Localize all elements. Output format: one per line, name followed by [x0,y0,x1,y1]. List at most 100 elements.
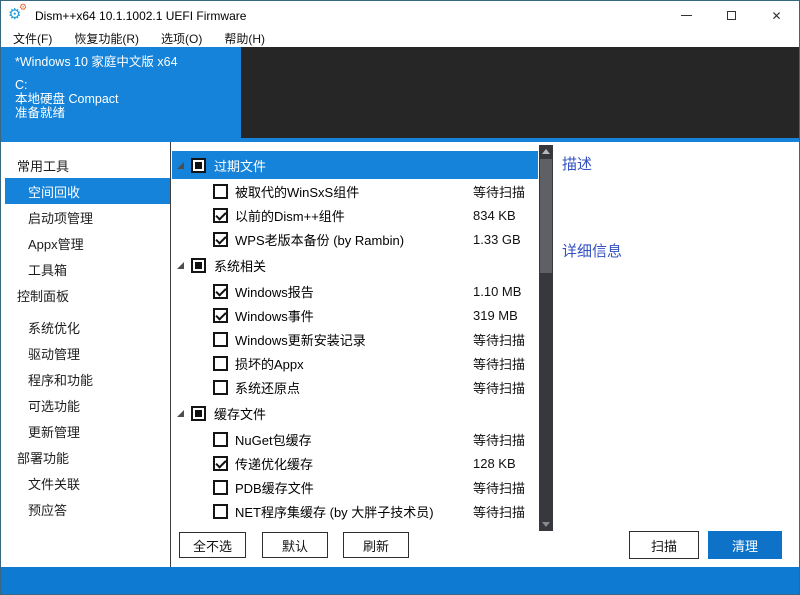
close-icon [771,7,781,25]
item-checkbox[interactable] [213,184,228,199]
item-checkbox[interactable] [213,232,228,247]
sidebar-item-system-optimize[interactable]: 系统优化 [1,314,170,340]
window-title: Dism++x64 10.1.1002.1 UEFI Firmware [35,9,246,23]
item-checkbox[interactable] [213,432,228,447]
item-checkbox[interactable] [213,480,228,495]
sidebar-item-driver-manager[interactable]: 驱动管理 [1,340,170,366]
cleanup-item-row[interactable]: 被取代的WinSxS组件 等待扫描 [172,179,538,203]
app-window: Dism++x64 10.1.1002.1 UEFI Firmware 文件(F… [0,0,800,595]
list-scrollbar[interactable] [539,145,553,531]
default-button[interactable]: 默认 [262,532,328,558]
cleanup-list: 过期文件 被取代的WinSxS组件 等待扫描 以前的Dism++组件 834 K… [172,142,553,567]
item-status: 834 KB [473,208,516,223]
sidebar-section-deployment: 部署功能 [1,444,170,470]
item-label: WPS老版本备份 (by Rambin) [235,230,404,249]
item-checkbox[interactable] [213,308,228,323]
sidebar-item-update-manager[interactable]: 更新管理 [1,418,170,444]
minimize-icon [681,15,692,16]
expanded-triangle-icon[interactable] [177,410,184,417]
sidebar: 常用工具 空间回收 启动项管理 Appx管理 工具箱 控制面板 系统优化 驱动管… [1,142,171,567]
window-controls [664,1,799,30]
menu-item-recovery[interactable]: 恢复功能(R) [63,30,150,47]
select-none-button[interactable]: 全不选 [179,532,246,558]
item-label: NuGet包缓存 [235,430,312,449]
menu-item-help[interactable]: 帮助(H) [213,30,276,47]
sidebar-item-startup-manager[interactable]: 启动项管理 [1,204,170,230]
group-label: 过期文件 [214,156,266,175]
item-status: 等待扫描 [473,478,525,497]
clean-button[interactable]: 清理 [708,531,782,559]
item-label: Windows事件 [235,306,314,325]
cleanup-item-row[interactable]: 系统还原点 等待扫描 [172,375,538,399]
session-drive: C: [15,78,241,92]
cleanup-item-row[interactable]: NuGet包缓存 等待扫描 [172,427,538,451]
expanded-triangle-icon[interactable] [177,262,184,269]
sidebar-item-optional-features[interactable]: 可选功能 [1,392,170,418]
cleanup-item-row[interactable]: PDB缓存文件 等待扫描 [172,475,538,499]
item-checkbox[interactable] [213,284,228,299]
cleanup-item-row[interactable]: 传递优化缓存 128 KB [172,451,538,475]
description-heading: 描述 [562,153,592,174]
item-checkbox[interactable] [213,208,228,223]
group-row-cache-files[interactable]: 缓存文件 [172,399,538,427]
item-label: PDB缓存文件 [235,478,314,497]
group-checkbox[interactable] [191,406,206,421]
group-row-obsolete-files[interactable]: 过期文件 [172,151,538,179]
scan-button[interactable]: 扫描 [629,531,699,559]
session-disk-type: 本地硬盘 Compact [15,92,241,106]
session-tab-windows10[interactable]: *Windows 10 家庭中文版 x64 C: 本地硬盘 Compact 准备… [1,47,241,138]
maximize-button[interactable] [709,1,754,30]
cleanup-item-row[interactable]: 损坏的Appx 等待扫描 [172,351,538,375]
item-label: 被取代的WinSxS组件 [235,182,359,201]
item-status: 等待扫描 [473,502,525,521]
minimize-button[interactable] [664,1,709,30]
group-checkbox[interactable] [191,258,206,273]
item-status: 等待扫描 [473,378,525,397]
cleanup-item-row[interactable]: WPS老版本备份 (by Rambin) 1.33 GB [172,227,538,251]
close-button[interactable] [754,1,799,30]
item-checkbox[interactable] [213,380,228,395]
item-status: 1.33 GB [473,232,521,247]
maximize-icon [727,11,736,20]
item-checkbox[interactable] [213,504,228,519]
menu-item-file[interactable]: 文件(F) [2,30,63,47]
group-row-system-related[interactable]: 系统相关 [172,251,538,279]
item-status: 128 KB [473,456,516,471]
group-checkbox[interactable] [191,158,206,173]
session-os-name: *Windows 10 家庭中文版 x64 [15,55,241,69]
sidebar-item-unattend[interactable]: 预应答 [1,496,170,522]
session-tab-bar: *Windows 10 家庭中文版 x64 C: 本地硬盘 Compact 准备… [1,47,799,138]
sidebar-item-file-association[interactable]: 文件关联 [1,470,170,496]
sidebar-section-common-tools: 常用工具 [1,152,170,178]
sidebar-item-appx-manager[interactable]: Appx管理 [1,230,170,256]
cleanup-item-row[interactable]: NET程序集缓存 (by 大胖子技术员) 等待扫描 [172,499,538,523]
scroll-down-icon [542,522,550,527]
scroll-up-icon [542,149,550,154]
sidebar-item-programs-features[interactable]: 程序和功能 [1,366,170,392]
cleanup-item-row[interactable]: Windows事件 319 MB [172,303,538,327]
cleanup-item-row[interactable]: Windows报告 1.10 MB [172,279,538,303]
main-content: 常用工具 空间回收 启动项管理 Appx管理 工具箱 控制面板 系统优化 驱动管… [1,142,799,567]
scroll-up-button[interactable] [539,145,553,158]
detail-panel: 描述 详细信息 [553,142,799,567]
item-checkbox[interactable] [213,356,228,371]
item-status: 1.10 MB [473,284,521,299]
cleanup-item-row[interactable]: Windows更新安装记录 等待扫描 [172,327,538,351]
item-label: 传递优化缓存 [235,454,313,473]
expanded-triangle-icon[interactable] [177,162,184,169]
cleanup-item-row[interactable]: 以前的Dism++组件 834 KB [172,203,538,227]
item-label: 损坏的Appx [235,354,304,373]
sidebar-item-space-reclaim[interactable]: 空间回收 [5,178,170,204]
item-label: 以前的Dism++组件 [235,206,345,225]
item-status: 等待扫描 [473,354,525,373]
scroll-down-button[interactable] [539,518,553,531]
item-checkbox[interactable] [213,332,228,347]
item-label: Windows更新安装记录 [235,330,366,349]
refresh-button[interactable]: 刷新 [343,532,409,558]
item-label: 系统还原点 [235,378,300,397]
item-checkbox[interactable] [213,456,228,471]
title-bar: Dism++x64 10.1.1002.1 UEFI Firmware [1,1,799,30]
menu-item-options[interactable]: 选项(O) [150,30,213,47]
sidebar-item-toolbox[interactable]: 工具箱 [1,256,170,282]
scrollbar-thumb[interactable] [540,159,552,273]
